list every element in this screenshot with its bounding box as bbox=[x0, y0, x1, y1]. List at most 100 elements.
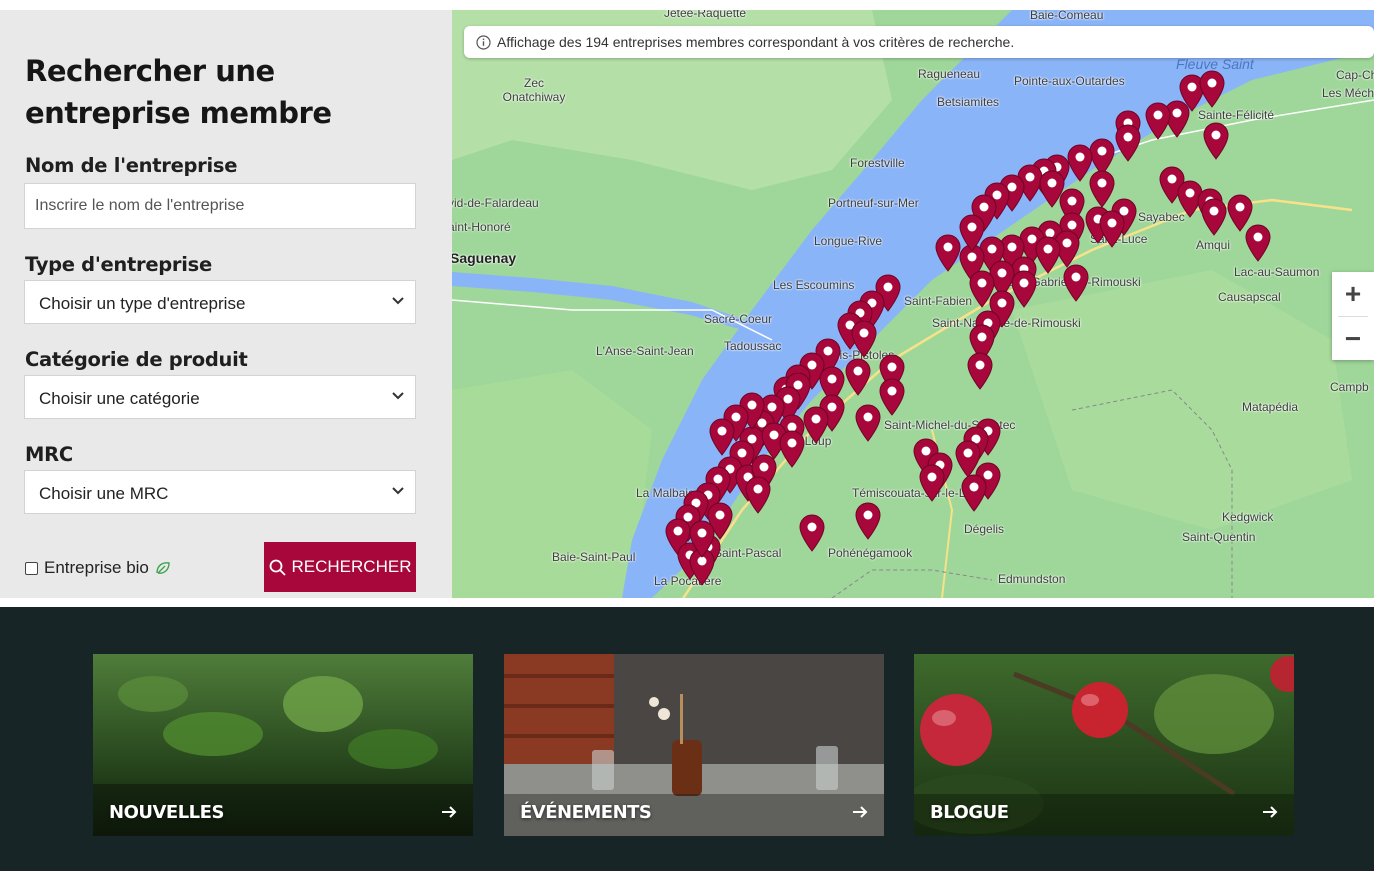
place-label: Matapédia bbox=[1242, 400, 1299, 414]
mrc-label: MRC bbox=[25, 443, 73, 466]
name-label: Nom de l'entreprise bbox=[25, 154, 238, 177]
place-label: Tadoussac bbox=[724, 339, 782, 353]
member-marker[interactable] bbox=[1011, 270, 1037, 308]
place-label: Portneuf-sur-Mer bbox=[828, 196, 919, 210]
place-label: Sainte-Félicité bbox=[1198, 108, 1275, 122]
type-label: Type d'entreprise bbox=[25, 253, 212, 276]
chevron-down-icon bbox=[392, 392, 404, 400]
product-category-select[interactable]: Choisir une catégorie bbox=[24, 375, 416, 419]
place-label: Cap-Ch bbox=[1336, 68, 1374, 82]
zoom-out-button[interactable]: − bbox=[1332, 317, 1374, 361]
place-label: Les Méchi bbox=[1322, 86, 1374, 100]
info-icon bbox=[476, 34, 491, 50]
place-label: aint-Honoré bbox=[452, 220, 511, 234]
member-marker[interactable] bbox=[1203, 122, 1229, 160]
place-label: Betsiamites bbox=[937, 95, 1000, 109]
top-strip bbox=[0, 0, 1374, 10]
member-marker[interactable] bbox=[961, 474, 987, 512]
category-label: Catégorie de produit bbox=[25, 348, 248, 371]
place-label: Lac-au-Saumon bbox=[1234, 265, 1320, 279]
card-label: NOUVELLES bbox=[109, 802, 224, 823]
place-label: Amqui bbox=[1196, 238, 1231, 252]
member-marker[interactable] bbox=[1035, 236, 1061, 274]
member-marker[interactable] bbox=[855, 502, 881, 540]
member-marker[interactable] bbox=[1245, 224, 1271, 262]
card-nouvelles[interactable]: NOUVELLES bbox=[93, 654, 473, 836]
place-label: Saguenay bbox=[452, 250, 517, 266]
member-marker[interactable] bbox=[1099, 210, 1125, 248]
member-marker[interactable] bbox=[967, 352, 993, 390]
member-marker[interactable] bbox=[1201, 198, 1227, 236]
search-panel: Rechercher une entreprise membre Nom de … bbox=[0, 10, 452, 598]
map-results-text: Affichage des 194 entreprises membres co… bbox=[497, 34, 1015, 50]
search-icon bbox=[269, 559, 286, 576]
card-blogue[interactable]: BLOGUE bbox=[914, 654, 1294, 836]
place-label: Pointe-aux-Outardes bbox=[1014, 74, 1125, 88]
search-button[interactable]: RECHERCHER bbox=[264, 542, 416, 592]
place-label: Causapscal bbox=[1218, 290, 1281, 304]
place-label: Baie-Saint-Paul bbox=[552, 550, 636, 564]
place-label: Baie-Comeau bbox=[1030, 10, 1104, 22]
arrow-right-icon bbox=[1263, 806, 1278, 818]
section-gap bbox=[0, 598, 1374, 607]
member-marker[interactable] bbox=[919, 464, 945, 502]
member-marker[interactable] bbox=[959, 214, 985, 252]
card-evenements[interactable]: ÉVÉNEMENTS bbox=[504, 654, 884, 836]
place-label: Campb bbox=[1330, 380, 1369, 394]
bio-filter[interactable]: Entreprise bio bbox=[25, 558, 171, 578]
company-type-value: Choisir un type d'entreprise bbox=[39, 294, 246, 313]
place-label: Sacré-Coeur bbox=[704, 312, 773, 326]
member-marker[interactable] bbox=[803, 406, 829, 444]
place-label: vid-de-Falardeau bbox=[452, 196, 539, 210]
bio-checkbox[interactable] bbox=[25, 561, 38, 575]
place-label: Zec Onatchiway bbox=[502, 76, 566, 104]
member-marker[interactable] bbox=[1199, 70, 1225, 108]
zoom-in-button[interactable]: + bbox=[1332, 272, 1374, 316]
place-label: Ragueneau bbox=[918, 67, 981, 81]
card-label: ÉVÉNEMENTS bbox=[520, 802, 652, 823]
card-label: BLOGUE bbox=[930, 802, 1009, 823]
leaf-icon bbox=[156, 562, 170, 574]
mrc-value: Choisir une MRC bbox=[39, 484, 169, 503]
search-title: Rechercher une entreprise membre bbox=[25, 54, 332, 130]
arrow-right-icon bbox=[442, 806, 457, 818]
mrc-select[interactable]: Choisir une MRC bbox=[24, 470, 416, 514]
member-marker[interactable] bbox=[1115, 124, 1141, 162]
zoom-controls: + − bbox=[1332, 272, 1374, 360]
member-marker[interactable] bbox=[935, 234, 961, 272]
chevron-down-icon bbox=[392, 487, 404, 495]
place-label: L'Anse-Saint-Jean bbox=[596, 344, 694, 358]
place-label: Pohénégamook bbox=[828, 546, 913, 560]
place-label: Saint-Quentin bbox=[1182, 530, 1256, 544]
place-label: Témiscouata-sur-le-Lac bbox=[852, 486, 979, 500]
place-label: Saint-Pascal bbox=[714, 546, 782, 560]
place-label: Jetée-Raquette bbox=[664, 10, 747, 20]
place-label: Dégelis bbox=[964, 522, 1005, 536]
member-marker[interactable] bbox=[709, 418, 735, 456]
arrow-right-icon bbox=[853, 806, 868, 818]
place-label: Kedgwick bbox=[1222, 510, 1274, 524]
member-marker[interactable] bbox=[1145, 102, 1171, 140]
member-marker[interactable] bbox=[745, 476, 771, 514]
member-map[interactable]: Jetée-Raquette Baie-Comeau Zec Onatchiwa… bbox=[452, 10, 1374, 598]
footer-links: NOUVELLES ÉVÉNEMENTS BLOGUE bbox=[0, 607, 1374, 871]
member-marker[interactable] bbox=[799, 514, 825, 552]
place-label: Saint-Fabien bbox=[904, 294, 973, 308]
place-label: Edmundston bbox=[998, 572, 1066, 586]
product-category-value: Choisir une catégorie bbox=[39, 389, 200, 408]
member-marker[interactable] bbox=[779, 430, 805, 468]
company-type-select[interactable]: Choisir un type d'entreprise bbox=[24, 280, 416, 324]
member-marker[interactable] bbox=[851, 320, 877, 358]
search-button-label: RECHERCHER bbox=[291, 557, 412, 576]
place-label: Forestville bbox=[850, 156, 905, 170]
member-marker[interactable] bbox=[855, 404, 881, 442]
member-marker[interactable] bbox=[879, 378, 905, 416]
member-marker[interactable] bbox=[1063, 264, 1089, 302]
chevron-down-icon bbox=[392, 297, 404, 305]
bio-label: Entreprise bio bbox=[44, 558, 149, 577]
map-results-banner: Affichage des 194 entreprises membres co… bbox=[464, 26, 1374, 58]
member-marker[interactable] bbox=[689, 520, 715, 558]
company-name-input[interactable] bbox=[24, 183, 416, 229]
place-label: Longue-Rive bbox=[814, 234, 883, 248]
member-marker[interactable] bbox=[845, 358, 871, 396]
